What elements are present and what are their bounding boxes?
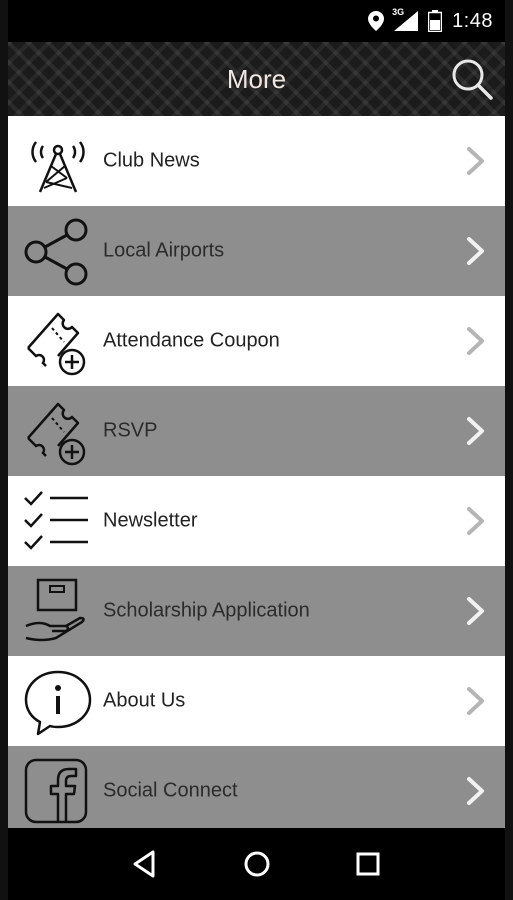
chevron-right-icon [467,777,484,805]
signal-icon: 3G [392,7,419,31]
menu-list: Club News Local Airports Attendance Coup… [0,116,513,828]
chevron-right-icon [467,417,484,445]
menu-item-label: RSVP [103,419,158,442]
status-bar: 3G 1:48 [0,0,513,42]
system-nav-bar [0,828,513,900]
chevron-right-icon [467,327,484,355]
menu-item-label: Club News [103,149,200,172]
search-button[interactable] [449,56,495,102]
home-icon[interactable] [240,847,274,881]
chevron-right-icon [467,237,484,265]
menu-item-label: Scholarship Application [103,599,310,622]
chevron-right-icon [467,687,484,715]
menu-item-label: Attendance Coupon [103,329,280,352]
facebook-icon [24,758,88,824]
menu-item-local-airports[interactable]: Local Airports [0,206,513,296]
menu-item-label: Social Connect [103,779,238,802]
search-icon [452,59,493,100]
info-bubble-icon [24,670,92,736]
location-icon [368,11,385,31]
hand-box-icon [25,578,85,642]
menu-item-social-connect[interactable]: Social Connect [0,746,513,828]
network-type: 3G [392,7,405,17]
menu-item-attendance-coupon[interactable]: Attendance Coupon [0,296,513,386]
menu-item-about-us[interactable]: About Us [0,656,513,746]
chevron-right-icon [467,597,484,625]
recents-icon[interactable] [351,847,385,881]
back-icon[interactable] [129,847,163,881]
status-time: 1:48 [452,9,493,32]
battery-icon [428,10,443,32]
menu-item-newsletter[interactable]: Newsletter [0,476,513,566]
menu-item-label: Newsletter [103,509,198,532]
share-icon [24,218,88,286]
page-title: More [226,63,287,94]
menu-item-label: About Us [103,689,186,712]
ticket-add-icon [27,402,86,466]
radio-tower-icon [31,141,85,193]
checklist-icon [24,491,88,550]
app-bar: More [0,42,513,116]
menu-item-label: Local Airports [103,239,225,262]
menu-item-club-news[interactable]: Club News [0,116,513,206]
ticket-add-icon [27,312,86,376]
chevron-right-icon [467,507,484,535]
menu-item-rsvp[interactable]: RSVP [0,386,513,476]
menu-item-scholarship-application[interactable]: Scholarship Application [0,566,513,656]
chevron-right-icon [467,147,484,175]
